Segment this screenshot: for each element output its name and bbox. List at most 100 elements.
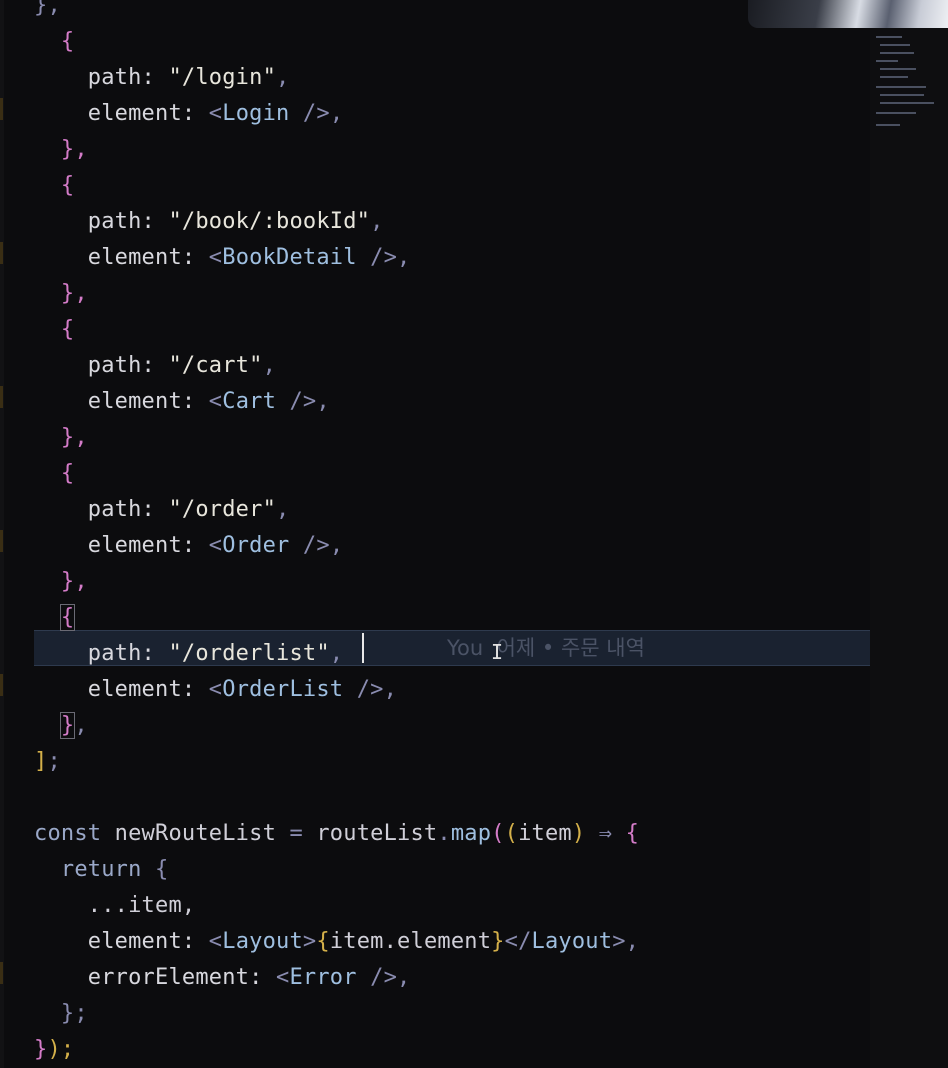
code-token: Layout xyxy=(531,929,613,954)
code-token: , xyxy=(329,101,344,126)
ibeam-cursor-icon: I xyxy=(491,640,504,664)
code-token: const xyxy=(34,821,115,846)
code-token: path: xyxy=(87,641,169,666)
text-cursor xyxy=(362,633,364,663)
code-token: /> xyxy=(289,533,330,558)
code-token: element: xyxy=(87,389,209,414)
code-line[interactable]: ]; xyxy=(34,744,61,780)
code-line[interactable]: }, xyxy=(34,708,88,744)
code-line[interactable]: { xyxy=(34,600,76,636)
code-token: Error xyxy=(289,965,357,990)
code-line[interactable]: element: <Login />, xyxy=(34,96,343,132)
code-token: , xyxy=(276,65,290,90)
code-token: , xyxy=(397,245,411,270)
code-token: < xyxy=(208,677,223,702)
code-line[interactable]: }; xyxy=(34,996,88,1032)
code-token: }, xyxy=(60,425,88,450)
code-token: ); xyxy=(47,1037,75,1062)
code-token: OrderList xyxy=(222,677,344,702)
git-change-marker xyxy=(0,242,3,264)
code-token: } xyxy=(34,1037,48,1062)
code-editor[interactable]: }, { path: "/login", element: <Login />,… xyxy=(0,0,870,1068)
code-token: ( xyxy=(504,821,519,846)
code-token: { xyxy=(60,29,75,54)
code-token: return xyxy=(60,857,156,882)
code-token: newRouteList xyxy=(114,821,290,846)
code-token: element: xyxy=(87,929,209,954)
code-token: "/login" xyxy=(168,65,277,90)
code-line[interactable]: }, xyxy=(34,0,61,24)
code-token: element: xyxy=(87,101,209,126)
code-token: element: xyxy=(87,677,209,702)
code-line[interactable]: element: <OrderList />, xyxy=(34,672,397,708)
code-token: /> xyxy=(356,245,398,270)
git-blame-annotation: You 어제 • 주문 내역 xyxy=(447,630,645,666)
code-line[interactable]: { xyxy=(34,312,74,348)
code-token: , xyxy=(383,677,398,702)
code-token: Order xyxy=(222,533,290,558)
code-token: item xyxy=(518,821,572,846)
code-token: path: xyxy=(87,65,169,90)
code-token: , xyxy=(74,713,88,738)
code-token: { xyxy=(625,821,640,846)
code-line[interactable]: path: "/cart", xyxy=(34,348,276,384)
code-token: "/orderlist" xyxy=(168,641,330,666)
code-line[interactable]: { xyxy=(34,456,74,492)
code-line[interactable]: ...item, xyxy=(34,888,195,924)
code-line[interactable]: { xyxy=(34,24,74,60)
code-token: < xyxy=(208,389,223,414)
code-token: /> xyxy=(356,965,398,990)
code-line[interactable]: element: <Order />, xyxy=(34,528,343,564)
code-token: ; xyxy=(47,749,61,774)
code-line[interactable]: const newRouteList = routeList.map((item… xyxy=(34,816,639,852)
git-change-marker xyxy=(0,962,3,984)
code-line[interactable]: path: "/orderlist", xyxy=(34,636,343,672)
code-token: Layout xyxy=(222,929,303,954)
git-change-marker xyxy=(0,386,3,408)
code-token: { xyxy=(60,317,75,342)
code-line[interactable]: path: "/order", xyxy=(34,492,289,528)
code-token: path: xyxy=(87,353,169,378)
code-line[interactable]: path: "/login", xyxy=(34,60,289,96)
code-line[interactable]: }, xyxy=(34,564,88,600)
code-line[interactable]: return { xyxy=(34,852,168,888)
code-token: }, xyxy=(60,137,88,162)
minimap[interactable] xyxy=(870,0,948,1068)
code-token: > xyxy=(612,929,626,954)
code-line[interactable]: path: "/book/:bookId", xyxy=(34,204,384,240)
code-line[interactable]: }, xyxy=(34,276,88,312)
webcam-overlay xyxy=(748,0,948,28)
code-line[interactable]: element: <Layout>{item.element}</Layout>… xyxy=(34,924,639,960)
code-token: , xyxy=(316,389,330,414)
code-token: Login xyxy=(222,101,290,126)
code-token: item.element xyxy=(329,929,492,954)
code-token: < xyxy=(208,929,223,954)
code-line[interactable]: }, xyxy=(34,420,88,456)
code-token: }, xyxy=(60,569,88,594)
code-line[interactable]: errorElement: <Error />, xyxy=(34,960,411,996)
code-line[interactable]: { xyxy=(34,168,74,204)
code-token: ⇒ xyxy=(598,821,626,846)
code-line[interactable]: element: <BookDetail />, xyxy=(34,240,411,276)
code-token: { xyxy=(60,173,75,198)
code-line[interactable]: element: <Cart />, xyxy=(34,384,330,420)
code-line[interactable]: }); xyxy=(34,1032,74,1068)
code-line[interactable]: }, xyxy=(34,132,88,168)
code-token: } xyxy=(491,929,505,954)
code-token: }, xyxy=(60,281,88,306)
code-token: errorElement: xyxy=(87,965,277,990)
code-token: "/book/:bookId" xyxy=(168,209,371,234)
code-token: , xyxy=(276,497,290,522)
